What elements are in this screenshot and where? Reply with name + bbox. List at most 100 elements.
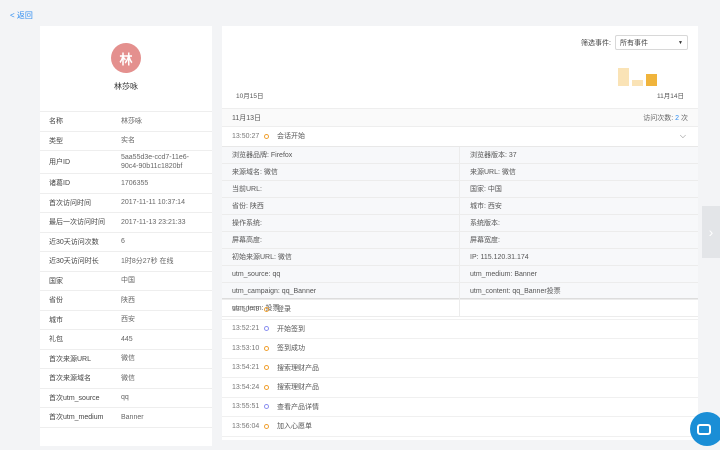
field-key: 诸葛ID — [49, 180, 70, 188]
profile-field-row: 省份 陕西 — [40, 291, 212, 311]
detail-cell: 浏览器品牌: Firefox — [222, 147, 460, 164]
field-key: 首次来源URL — [49, 355, 92, 363]
event-dot-icon — [264, 423, 269, 429]
chevron-right-icon[interactable]: › — [702, 206, 720, 258]
field-value: qq — [121, 394, 129, 402]
event-name: 会话开始 — [277, 133, 305, 141]
event-dot-icon — [264, 345, 269, 351]
visit-count: 访问次数: 2 次 — [643, 114, 688, 122]
detail-cell: 国家: 中国 — [460, 181, 698, 198]
profile-field-row: 首次访问时间 2017-11-11 10:37:14 — [40, 194, 212, 213]
detail-cell: utm_campaign: qq_Banner — [222, 283, 460, 300]
event-row[interactable]: 13:54:24 搜索理财产品 — [222, 378, 698, 398]
field-value: 1时8分27秒 在线 — [121, 257, 174, 265]
field-value: 微信 — [121, 374, 135, 382]
profile-field-row: 近30天访问时长 1时8分27秒 在线 — [40, 252, 212, 272]
field-value: 实名 — [121, 137, 135, 145]
event-time: 13:55:51 — [232, 403, 260, 411]
field-value: 林莎咏 — [121, 117, 142, 125]
event-name: 搜索理财产品 — [277, 364, 319, 372]
event-time: 13:54:21 — [232, 364, 260, 372]
detail-cell: 屏幕高度: — [222, 232, 460, 249]
event-filter-select[interactable]: 所有事件 ▼ — [615, 35, 688, 50]
detail-cell: 来源域名: 微信 — [222, 164, 460, 181]
detail-cell: utm_medium: Banner — [460, 266, 698, 283]
profile-field-row: 首次utm_source qq — [40, 389, 212, 408]
event-row-session-start[interactable]: 13:50:27 会话开始 ⌵ — [222, 127, 698, 147]
day-date: 11月13日 — [232, 114, 262, 122]
event-name: 开始签到 — [277, 325, 305, 333]
event-time: 13:50:27 — [232, 132, 260, 140]
event-details: 浏览器品牌: Firefox 浏览器版本: 37 来源域名: 微信 来源URL: 微信… — [222, 146, 698, 317]
detail-cell: 城市: 西安 — [460, 198, 698, 215]
detail-cell: 系统版本: — [460, 215, 698, 232]
event-timeline-panel: 筛选事件: 所有事件 ▼ 10月15日 11月14日 11月13日 访问次数: … — [222, 26, 698, 440]
profile-field-row: 诸葛ID 1706355 — [40, 174, 212, 194]
event-row[interactable]: 13:53:10 签到成功 — [222, 339, 698, 359]
field-key: 首次utm_source — [49, 394, 100, 402]
event-time: 13:54:24 — [232, 383, 260, 391]
event-row[interactable]: 13:50:49 登录 — [222, 300, 698, 320]
field-key: 最后一次访问时间 — [49, 219, 105, 227]
event-dot-icon — [264, 404, 269, 410]
field-key: 国家 — [49, 277, 63, 285]
detail-cell: IP: 115.120.31.174 — [460, 249, 698, 266]
profile-fields: 名称 林莎咏 类型 实名 用户ID 5aa55d3e-ccd7-11e6-90c4-90b… — [40, 112, 212, 428]
event-dot-icon — [264, 326, 269, 332]
detail-cell: utm_content: qq_Banner投票 — [460, 283, 698, 300]
field-key: 省份 — [49, 297, 63, 305]
chevron-down-icon: ▼ — [678, 39, 683, 46]
event-row[interactable]: 13:55:51 查看产品详情 — [222, 398, 698, 417]
field-key: 首次来源域名 — [49, 375, 91, 383]
field-value: 中国 — [121, 277, 135, 285]
back-link[interactable]: < 返回 — [10, 10, 33, 21]
chart-bar — [646, 74, 657, 86]
field-key: 名称 — [49, 118, 63, 126]
chart-bar — [618, 68, 629, 86]
profile-field-row: 最后一次访问时间 2017-11-13 23:21:33 — [40, 213, 212, 233]
field-value: 1706355 — [121, 179, 149, 187]
profile-field-row: 国家 中国 — [40, 272, 212, 291]
detail-cell: 初始来源URL: 微信 — [222, 249, 460, 266]
profile-field-row: 首次来源域名 微信 — [40, 369, 212, 389]
x-tick-label: 11月14日 — [657, 92, 684, 100]
event-name: 签到成功 — [277, 345, 305, 353]
event-dot-icon — [264, 306, 269, 312]
event-row[interactable]: 13:52:21 开始签到 — [222, 320, 698, 339]
event-time: 13:50:49 — [232, 305, 260, 313]
profile-field-row: 城市 西安 — [40, 311, 212, 330]
event-row[interactable]: 13:56:04 加入心愿单 — [222, 417, 698, 437]
field-key: 首次访问时间 — [49, 199, 91, 207]
field-value: 6 — [121, 238, 125, 246]
event-name: 登录 — [277, 306, 291, 314]
profile-field-row: 用户ID 5aa55d3e-ccd7-11e6-90c4-90b11c1820bf — [40, 151, 212, 174]
chat-button[interactable] — [690, 412, 720, 446]
event-filter: 筛选事件: 所有事件 ▼ — [581, 35, 688, 50]
event-time: 13:53:10 — [232, 344, 260, 352]
event-name: 查看产品详情 — [277, 403, 319, 411]
field-key: 近30天访问时长 — [49, 258, 99, 266]
profile-header: 林 林莎咏 — [40, 26, 212, 112]
filter-label: 筛选事件: — [581, 39, 611, 47]
field-value: 2017-11-13 23:21:33 — [121, 218, 186, 226]
field-key: 城市 — [49, 316, 63, 324]
profile-field-row: 首次来源URL 微信 — [40, 350, 212, 369]
event-name: 加入心愿单 — [277, 423, 312, 431]
detail-cell: 屏幕宽度: — [460, 232, 698, 249]
field-value: 西安 — [121, 316, 135, 324]
field-key: 礼包 — [49, 336, 63, 344]
chart-bar — [632, 80, 643, 86]
field-key: 用户ID — [49, 159, 70, 166]
x-tick-label: 10月15日 — [236, 92, 263, 100]
avatar: 林 — [111, 43, 141, 73]
day-header: 11月13日 访问次数: 2 次 — [222, 109, 698, 127]
event-time: 13:56:04 — [232, 422, 260, 430]
event-time: 13:52:21 — [232, 325, 260, 333]
profile-field-row: 礼包 445 — [40, 330, 212, 350]
field-value: 陕西 — [121, 296, 135, 304]
chevron-down-icon[interactable]: ⌵ — [680, 131, 686, 141]
event-row[interactable]: 13:54:21 搜索理财产品 — [222, 359, 698, 378]
field-value: 2017-11-11 10:37:14 — [121, 199, 185, 207]
event-row[interactable]: 13:57:43申请贷款 — [222, 437, 698, 441]
field-key: 首次utm_medium — [49, 414, 104, 422]
